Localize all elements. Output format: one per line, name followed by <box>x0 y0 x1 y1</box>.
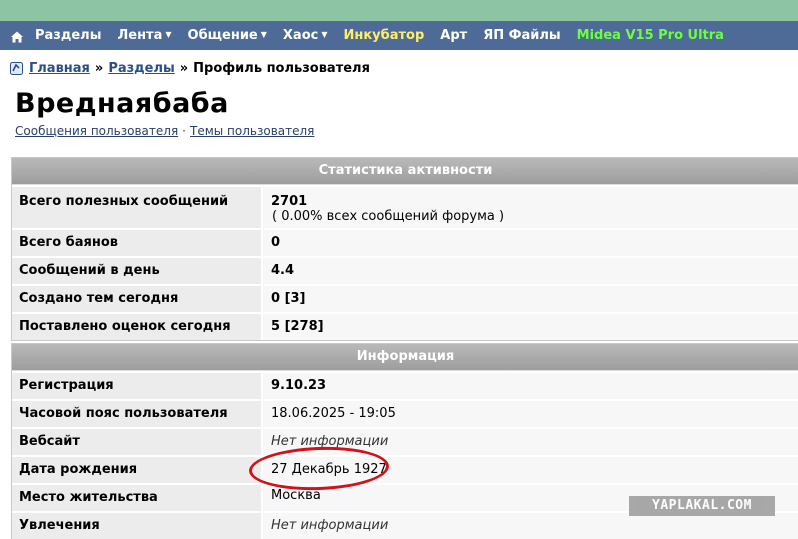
section-header: Статистика активности <box>12 158 798 185</box>
nav-promo-link[interactable]: Midea V15 Pro Ultra <box>577 28 724 43</box>
nav-feed[interactable]: Лента ▼ <box>117 28 171 43</box>
table-row: Вебсайт Нет информации <box>12 427 798 455</box>
row-value: 0 [3] <box>261 286 798 312</box>
row-label: Вебсайт <box>12 429 261 455</box>
row-value: 9.10.23 <box>261 373 798 399</box>
row-value: 2701( 0.00% всех сообщений форума ) <box>261 187 798 228</box>
row-value: 4.4 <box>261 258 798 284</box>
user-topics-link[interactable]: Темы пользователя <box>190 124 314 138</box>
row-label: Всего баянов <box>12 230 261 256</box>
breadcrumb-sections-link[interactable]: Разделы <box>108 61 174 76</box>
breadcrumb-current: Профиль пользователя <box>193 61 370 76</box>
chevron-down-icon: ▼ <box>260 30 267 39</box>
nav-communication[interactable]: Общение ▼ <box>188 28 267 43</box>
profile-links: Сообщения пользователя · Темы пользователя <box>15 124 314 138</box>
section-header: Информация <box>12 344 798 371</box>
row-label: Регистрация <box>12 373 261 399</box>
user-posts-link[interactable]: Сообщения пользователя <box>15 124 178 138</box>
row-value: 5 [278] <box>261 314 798 340</box>
nav-art[interactable]: Арт <box>440 28 467 43</box>
row-label: Дата рождения <box>12 457 261 483</box>
breadcrumb: Главная » Разделы » Профиль пользователя <box>10 61 370 76</box>
breadcrumb-separator: » <box>179 61 189 76</box>
table-row: Часовой пояс пользователя 18.06.2025 - 1… <box>12 399 798 427</box>
row-value: 0 <box>261 230 798 256</box>
table-row: Всего баянов 0 <box>12 228 798 256</box>
chevron-down-icon: ▼ <box>321 30 328 39</box>
table-row: Сообщений в день 4.4 <box>12 256 798 284</box>
breadcrumb-separator: » <box>94 61 104 76</box>
page-title: Вреднаябаба <box>15 88 229 119</box>
row-label: Создано тем сегодня <box>12 286 261 312</box>
row-label: Поставлено оценок сегодня <box>12 314 261 340</box>
breadcrumb-home-link[interactable]: Главная <box>29 61 90 76</box>
activity-stats-table: Статистика активности Всего полезных соо… <box>11 157 798 341</box>
nav-files[interactable]: ЯП Файлы <box>483 28 560 43</box>
table-row: Создано тем сегодня 0 [3] <box>12 284 798 312</box>
row-label: Увлечения <box>12 513 261 539</box>
link-separator: · <box>182 124 186 138</box>
row-value: Нет информации <box>261 513 798 539</box>
nav-chaos[interactable]: Хаос ▼ <box>283 28 328 43</box>
nav-incubator[interactable]: Инкубатор <box>344 28 425 43</box>
table-row: Дата рождения 27 Декабрь 1927 <box>12 455 798 483</box>
table-row: Регистрация 9.10.23 <box>12 371 798 399</box>
forum-icon <box>10 62 23 75</box>
row-label: Всего полезных сообщений <box>12 187 261 228</box>
row-label: Место жительства <box>12 485 261 511</box>
home-icon[interactable] <box>10 29 24 43</box>
table-row: Поставлено оценок сегодня 5 [278] <box>12 312 798 340</box>
nav-sections[interactable]: Разделы <box>35 28 101 43</box>
top-strip <box>0 0 798 21</box>
row-subvalue: ( 0.00% всех сообщений форума ) <box>272 209 505 224</box>
table-row: Всего полезных сообщений 2701( 0.00% все… <box>12 185 798 228</box>
chevron-down-icon: ▼ <box>165 30 172 39</box>
watermark: YAPLAKAL.COM <box>629 496 775 516</box>
row-label: Сообщений в день <box>12 258 261 284</box>
row-value: 18.06.2025 - 19:05 <box>261 401 798 427</box>
row-label: Часовой пояс пользователя <box>12 401 261 427</box>
main-navigation: Разделы Лента ▼ Общение ▼ Хаос ▼ Инкубатор … <box>0 21 798 50</box>
